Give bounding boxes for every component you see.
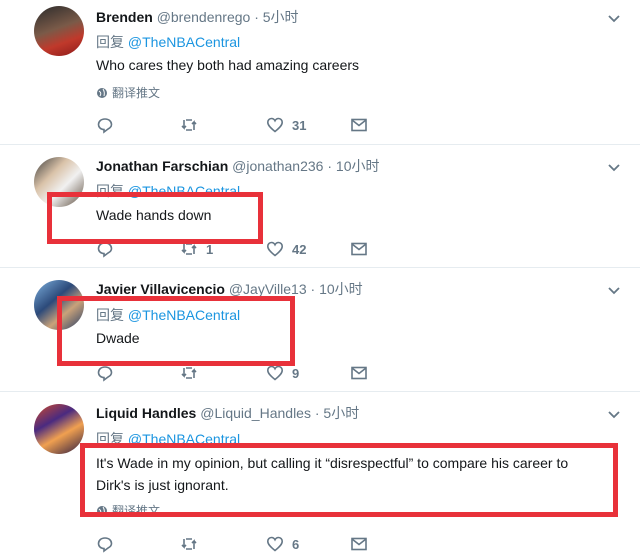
like-button[interactable]: 9 xyxy=(266,362,299,384)
reply-to-line: 回复 @TheNBACentral xyxy=(96,32,240,52)
mention-link[interactable]: @TheNBACentral xyxy=(128,34,240,50)
separator-dot: · xyxy=(254,9,259,25)
globe-icon xyxy=(97,87,107,98)
separator-dot: · xyxy=(310,281,316,297)
like-button[interactable]: 42 xyxy=(266,238,306,260)
like-count: 6 xyxy=(292,536,300,552)
reply-to-line: 回复 @TheNBACentral xyxy=(96,305,240,325)
like-button[interactable]: 6 xyxy=(266,533,299,555)
mention-link[interactable]: @TheNBACentral xyxy=(128,431,240,447)
tweet-text-line-2: Dirk's is just ignorant. xyxy=(96,477,229,493)
author-name[interactable]: Brenden xyxy=(96,9,153,25)
tweet-header: Liquid Handles @Liquid_Handles · 5小时 xyxy=(96,403,359,423)
tweet-1[interactable]: Brenden @brendenrego · 5小时 回复 @TheNBACen… xyxy=(0,0,640,145)
tweet-actions: 31 xyxy=(96,114,396,136)
avatar[interactable] xyxy=(34,157,84,207)
translate-tweet-link[interactable]: 翻译推文 xyxy=(96,502,160,519)
like-count: 42 xyxy=(292,241,307,257)
tweet-text: It's Wade in my opinion, but calling it … xyxy=(96,452,616,496)
retweet-button[interactable] xyxy=(180,533,206,555)
retweet-count: 1 xyxy=(206,241,214,257)
reply-to-line: 回复 @TheNBACentral xyxy=(96,429,240,449)
reply-to-line: 回复 @TheNBACentral xyxy=(96,181,240,201)
tweet-header: Jonathan Farschian @jonathan236 · 10小时 xyxy=(96,156,379,176)
tweet-actions: 6 xyxy=(96,533,396,555)
reply-button[interactable] xyxy=(96,362,114,384)
author-handle[interactable]: @brendenrego xyxy=(157,9,251,25)
tweet-3[interactable]: Javier Villavicencio @JayVille13 · 10小时 … xyxy=(0,268,640,392)
timestamp[interactable]: 10小时 xyxy=(319,281,363,297)
timestamp[interactable]: 5小时 xyxy=(263,9,299,25)
chevron-down-icon[interactable] xyxy=(606,282,622,298)
reply-button[interactable] xyxy=(96,533,114,555)
author-name[interactable]: Jonathan Farschian xyxy=(96,158,228,174)
tweet-actions: 9 xyxy=(96,362,396,384)
timestamp[interactable]: 10小时 xyxy=(336,158,380,174)
author-handle[interactable]: @Liquid_Handles xyxy=(200,405,311,421)
retweet-button[interactable]: 1 xyxy=(180,238,213,260)
envelope-icon xyxy=(351,118,367,132)
author-handle[interactable]: @jonathan236 xyxy=(232,158,323,174)
tweet-2[interactable]: Jonathan Farschian @jonathan236 · 10小时 回… xyxy=(0,145,640,268)
avatar[interactable] xyxy=(34,6,84,56)
reply-label: 回复 xyxy=(96,431,124,447)
direct-message-button[interactable] xyxy=(350,362,368,384)
envelope-icon xyxy=(351,242,367,256)
reply-label: 回复 xyxy=(96,34,124,50)
retweet-icon xyxy=(181,243,197,255)
tweet-actions: 1 42 xyxy=(96,238,396,260)
retweet-icon xyxy=(181,119,197,131)
tweet-header: Brenden @brendenrego · 5小时 xyxy=(96,7,299,27)
reply-label: 回复 xyxy=(96,307,124,323)
translate-label[interactable]: 翻译推文 xyxy=(112,502,160,519)
retweet-button[interactable] xyxy=(180,114,206,136)
author-handle[interactable]: @JayVille13 xyxy=(229,281,307,297)
heart-icon xyxy=(266,241,284,257)
reply-button[interactable] xyxy=(96,114,114,136)
reply-icon xyxy=(97,118,113,134)
direct-message-button[interactable] xyxy=(350,238,368,260)
heart-icon xyxy=(266,365,284,381)
tweet-text: Wade hands down xyxy=(96,207,212,223)
reply-button[interactable] xyxy=(96,238,114,260)
direct-message-button[interactable] xyxy=(350,114,368,136)
tweet-text-line-1: It's Wade in my opinion, but calling it … xyxy=(96,455,569,471)
reply-label: 回复 xyxy=(96,183,124,199)
translate-label[interactable]: 翻译推文 xyxy=(112,84,160,101)
heart-icon xyxy=(266,536,284,552)
chevron-down-icon[interactable] xyxy=(606,159,622,175)
chevron-down-icon[interactable] xyxy=(606,10,622,26)
author-name[interactable]: Javier Villavicencio xyxy=(96,281,225,297)
envelope-icon xyxy=(351,537,367,551)
chevron-down-icon[interactable] xyxy=(606,406,622,422)
author-name[interactable]: Liquid Handles xyxy=(96,405,196,421)
mention-link[interactable]: @TheNBACentral xyxy=(128,307,240,323)
separator-dot: · xyxy=(314,405,320,421)
tweet-header: Javier Villavicencio @JayVille13 · 10小时 xyxy=(96,279,363,299)
avatar[interactable] xyxy=(34,280,84,330)
envelope-icon xyxy=(351,366,367,380)
translate-tweet-link[interactable]: 翻译推文 xyxy=(96,84,160,101)
separator-dot: · xyxy=(327,158,333,174)
tweet-text: Who cares they both had amazing careers xyxy=(96,57,360,73)
mention-link[interactable]: @TheNBACentral xyxy=(128,183,240,199)
timestamp[interactable]: 5小时 xyxy=(323,405,359,421)
retweet-button[interactable] xyxy=(180,362,206,384)
tweet-text: Dwade xyxy=(96,330,140,346)
like-count: 31 xyxy=(292,117,307,133)
reply-icon xyxy=(97,242,113,258)
like-count: 9 xyxy=(292,365,300,381)
globe-icon xyxy=(97,505,107,516)
retweet-icon xyxy=(181,367,197,379)
reply-icon xyxy=(97,366,113,382)
heart-icon xyxy=(266,117,284,133)
tweet-4[interactable]: Liquid Handles @Liquid_Handles · 5小时 回复 … xyxy=(0,392,640,555)
reply-icon xyxy=(97,537,113,553)
direct-message-button[interactable] xyxy=(350,533,368,555)
avatar[interactable] xyxy=(34,404,84,454)
like-button[interactable]: 31 xyxy=(266,114,306,136)
retweet-icon xyxy=(181,538,197,550)
